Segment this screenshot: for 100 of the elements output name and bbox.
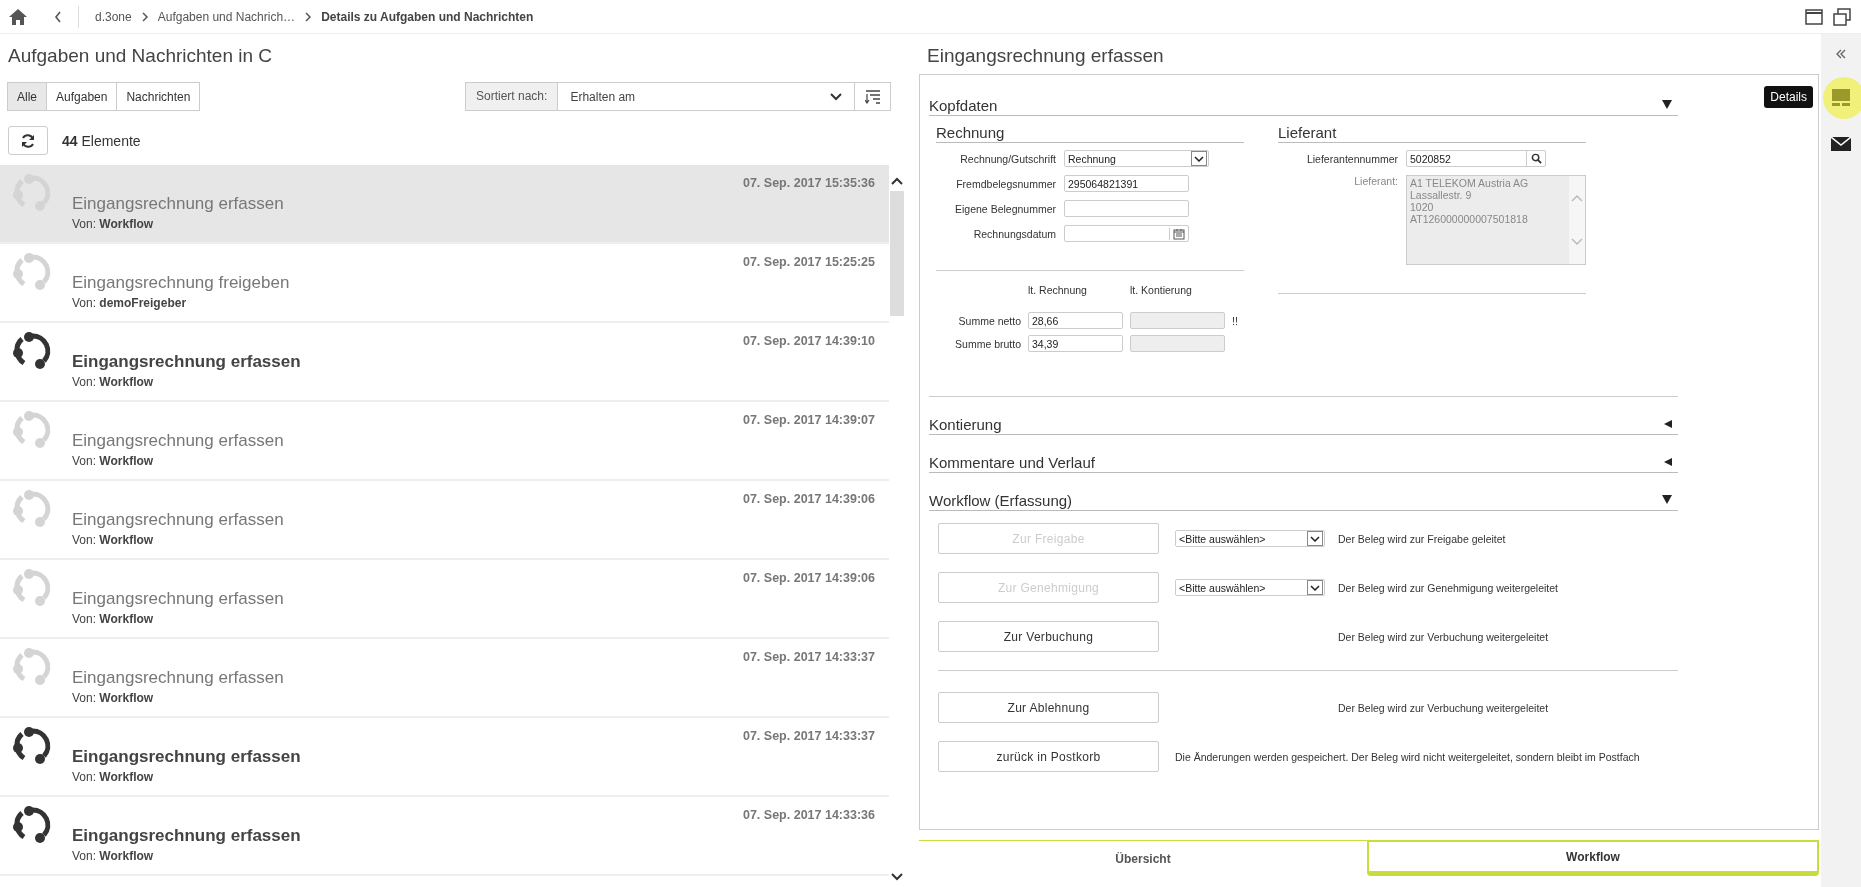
sort-dropdown[interactable]: Sortiert nach: Erhalten am bbox=[465, 82, 855, 111]
breadcrumb-link[interactable]: Details zu Aufgaben und Nachrichten bbox=[321, 9, 534, 24]
task-sender: Von: Workflow bbox=[72, 533, 155, 547]
task-list-item[interactable]: Eingangsrechnung erfassen Von: Workflow 07. Sep. 2017 15:35:36 bbox=[0, 165, 889, 244]
sort-order-button[interactable] bbox=[855, 82, 891, 111]
select-value: Rechnung bbox=[1068, 152, 1116, 165]
calendar-icon[interactable] bbox=[1169, 227, 1188, 240]
section-title: Workflow (Erfassung) bbox=[929, 492, 1073, 510]
chevron-right-icon bbox=[141, 11, 148, 22]
field-label: Summe netto bbox=[958, 314, 1021, 327]
search-field[interactable]: 5020852 bbox=[1406, 150, 1546, 167]
action-description: Der Beleg wird zur Freigabe geleitet bbox=[1338, 532, 1506, 545]
section-header[interactable]: Kopfdaten bbox=[929, 93, 1678, 116]
task-date: 07. Sep. 2017 14:33:37 bbox=[742, 650, 875, 664]
mail-icon[interactable] bbox=[1831, 137, 1851, 151]
task-title: Eingangsrechnung erfassen bbox=[72, 747, 301, 767]
collapse-toggle-icon[interactable] bbox=[1664, 420, 1672, 428]
address-line: AT126000000007501818 bbox=[1410, 213, 1529, 225]
collapse-icon[interactable] bbox=[1835, 49, 1847, 59]
column-header: lt. Kontierung bbox=[1130, 284, 1193, 296]
field-label: Rechnung/Gutschrift bbox=[960, 152, 1056, 165]
sort-value: Erhalten am bbox=[569, 89, 637, 104]
chevron-down-icon bbox=[830, 92, 842, 101]
task-sender: Von: Workflow bbox=[72, 375, 155, 389]
section-title: Kommentare und Verlauf bbox=[929, 454, 1095, 472]
workflow-button[interactable]: zurück in Postkorb bbox=[938, 741, 1159, 772]
task-date: 07. Sep. 2017 14:33:36 bbox=[742, 808, 875, 822]
item-count: 44 Elemente bbox=[62, 132, 141, 149]
task-title: Eingangsrechnung erfassen bbox=[72, 589, 284, 609]
task-title: Eingangsrechnung erfassen bbox=[72, 826, 301, 846]
column-header: lt. Rechnung bbox=[1028, 284, 1088, 296]
filter-tab[interactable]: Aufgaben bbox=[46, 82, 118, 111]
action-description: Die Änderungen werden gespeichert. Der Beleg wird nicht weitergeleitet, sondern bleibt im Postfach bbox=[1175, 750, 1640, 763]
subsection-title: Lieferant bbox=[1278, 124, 1586, 143]
scroll-up-icon[interactable] bbox=[891, 177, 903, 185]
task-sender: Von: Workflow bbox=[72, 691, 155, 705]
maximize-icon[interactable] bbox=[1805, 8, 1823, 25]
input-field[interactable]: 28,66 bbox=[1028, 312, 1123, 329]
collapse-toggle-icon[interactable] bbox=[1664, 458, 1672, 466]
input-field[interactable]: 34,39 bbox=[1028, 335, 1123, 352]
task-title: Eingangsrechnung erfassen bbox=[72, 431, 284, 451]
restore-icon[interactable] bbox=[1833, 7, 1851, 26]
breadcrumb-link[interactable]: Aufgaben und Nachrich… bbox=[157, 9, 296, 24]
workflow-button[interactable]: Zur Ablehnung bbox=[938, 692, 1159, 723]
task-title: Eingangsrechnung freigeben bbox=[72, 273, 290, 293]
search-icon[interactable] bbox=[1530, 153, 1542, 164]
task-date: 07. Sep. 2017 14:39:06 bbox=[742, 571, 875, 585]
filter-tab[interactable]: Alle bbox=[7, 82, 47, 111]
action-description: Der Beleg wird zur Verbuchung weitergeleitet bbox=[1338, 630, 1549, 643]
home-icon[interactable] bbox=[8, 7, 28, 26]
refresh-icon bbox=[20, 132, 36, 149]
task-title: Eingangsrechnung erfassen bbox=[72, 194, 284, 214]
task-title: Eingangsrechnung erfassen bbox=[72, 510, 284, 530]
sort-icon bbox=[864, 89, 881, 104]
action-description: Der Beleg wird zur Verbuchung weitergeleitet bbox=[1338, 701, 1549, 714]
section-header[interactable]: Kommentare und Verlauf bbox=[929, 450, 1678, 473]
task-date: 07. Sep. 2017 14:39:10 bbox=[742, 334, 875, 348]
sort-label: Sortiert nach: bbox=[466, 83, 559, 110]
select-value: <Bitte auswählen> bbox=[1179, 581, 1266, 594]
task-sender: Von: Workflow bbox=[72, 454, 155, 468]
task-title: Eingangsrechnung erfassen bbox=[72, 668, 284, 688]
task-title: Eingangsrechnung erfassen bbox=[72, 352, 301, 372]
scroll-thumb[interactable] bbox=[890, 191, 904, 316]
scroll-down-icon bbox=[1571, 238, 1583, 246]
field-label: Eigene Belegnummer bbox=[955, 202, 1056, 215]
select-value: <Bitte auswählen> bbox=[1179, 532, 1266, 545]
section-header[interactable]: Kontierung bbox=[929, 412, 1678, 435]
back-chevron-icon[interactable] bbox=[54, 10, 62, 23]
scroll-down-icon[interactable] bbox=[891, 873, 903, 881]
task-date: 07. Sep. 2017 15:35:36 bbox=[742, 176, 875, 190]
filter-tab[interactable]: Nachrichten bbox=[116, 82, 201, 111]
input-field[interactable] bbox=[1064, 200, 1189, 217]
address-line: Lassallestr. 9 bbox=[1410, 189, 1473, 201]
collapse-toggle-icon[interactable] bbox=[1662, 100, 1672, 109]
collapse-toggle-icon[interactable] bbox=[1662, 495, 1672, 504]
field-label: Lieferantennummer bbox=[1306, 152, 1398, 165]
task-sender: Von: Workflow bbox=[72, 849, 155, 863]
field-value: 5020852 bbox=[1410, 152, 1451, 165]
field-label: Fremdbelegsnummer bbox=[956, 177, 1056, 190]
task-sender: Von: Workflow bbox=[72, 770, 155, 784]
tooltip: Details bbox=[1764, 86, 1813, 108]
scroll-up-icon bbox=[1571, 194, 1583, 202]
input-field[interactable]: 295064821391 bbox=[1064, 175, 1189, 192]
breadcrumb-link[interactable]: d.3one bbox=[95, 9, 132, 24]
action-description: Der Beleg wird zur Genehmigung weitergeleitet bbox=[1338, 581, 1559, 594]
select-field[interactable]: Rechnung bbox=[1064, 150, 1209, 167]
panel-title: Eingangsrechnung erfassen bbox=[927, 45, 1165, 68]
refresh-button[interactable] bbox=[8, 126, 48, 155]
task-date: 07. Sep. 2017 14:39:06 bbox=[742, 492, 875, 506]
task-date: 07. Sep. 2017 14:39:07 bbox=[742, 413, 875, 427]
date-field[interactable] bbox=[1064, 225, 1189, 242]
section-header[interactable]: Workflow (Erfassung) bbox=[929, 488, 1678, 511]
panel-title: Aufgaben und Nachrichten in C bbox=[8, 45, 274, 68]
field-label: Summe brutto bbox=[955, 337, 1021, 350]
task-date: 07. Sep. 2017 15:25:25 bbox=[742, 255, 875, 269]
section-title: Kontierung bbox=[929, 416, 1002, 434]
section-title: Kopfdaten bbox=[929, 97, 998, 115]
workflow-button[interactable]: Zur Verbuchung bbox=[938, 621, 1159, 652]
bottom-tab[interactable]: Workflow bbox=[1367, 840, 1819, 876]
address-line: 1020 bbox=[1410, 201, 1435, 213]
